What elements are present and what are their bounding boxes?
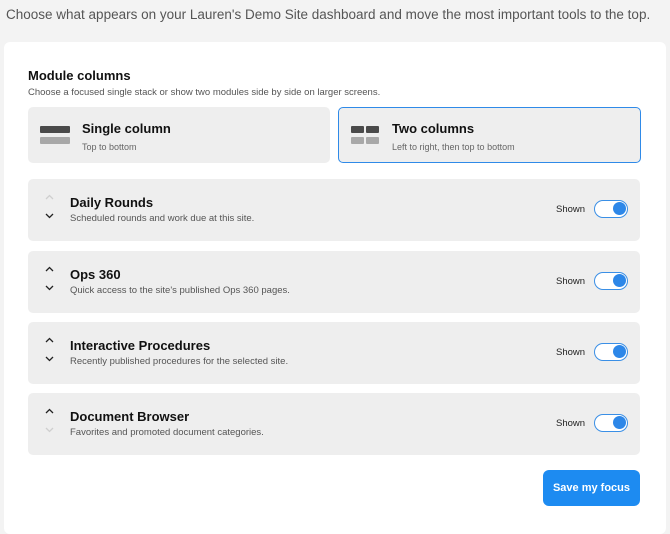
visibility-status-label: Shown (556, 347, 586, 358)
two-columns-option[interactable]: Two columns Left to right, then top to b… (338, 107, 641, 163)
move-down-button[interactable] (42, 282, 56, 294)
chevron-up-icon (45, 194, 53, 200)
move-up-button[interactable] (42, 405, 56, 417)
visibility-toggle[interactable] (594, 414, 628, 432)
move-down-button[interactable] (42, 210, 56, 222)
module-row-document-browser: Document Browser Favorites and promoted … (28, 393, 640, 455)
visibility-status-label: Shown (556, 418, 586, 429)
module-description: Recently published procedures for the se… (70, 356, 289, 367)
visibility-toggle[interactable] (594, 343, 628, 361)
chevron-up-icon (45, 408, 53, 414)
chevron-down-icon (45, 356, 53, 362)
two-columns-description: Left to right, then top to bottom (392, 142, 515, 152)
save-my-focus-button[interactable]: Save my focus (543, 470, 640, 506)
module-description: Quick access to the site's published Ops… (70, 285, 290, 296)
module-row-interactive-procedures: Interactive Procedures Recently publishe… (28, 322, 640, 384)
move-up-button[interactable] (42, 263, 56, 275)
single-column-description: Top to bottom (82, 142, 137, 152)
module-title: Document Browser (70, 409, 190, 424)
toggle-knob (613, 345, 626, 358)
move-down-button[interactable] (42, 353, 56, 365)
visibility-toggle[interactable] (594, 272, 628, 290)
chevron-down-icon (45, 285, 53, 291)
move-up-button[interactable] (42, 334, 56, 346)
visibility-toggle[interactable] (594, 200, 628, 218)
module-title: Daily Rounds (70, 195, 154, 210)
visibility-status-label: Shown (556, 204, 586, 215)
module-description: Scheduled rounds and work due at this si… (70, 213, 255, 224)
module-columns-title: Module columns (28, 68, 131, 83)
chevron-down-icon (45, 213, 53, 219)
dashboard-settings-card: Module columns Choose a focused single s… (4, 42, 666, 534)
chevron-down-icon (45, 427, 53, 433)
module-row-ops-360: Ops 360 Quick access to the site's publi… (28, 251, 640, 313)
single-column-label: Single column (82, 121, 171, 136)
intro-text: Choose what appears on your Lauren's Dem… (6, 7, 651, 22)
chevron-up-icon (45, 337, 53, 343)
single-column-option[interactable]: Single column Top to bottom (28, 107, 330, 163)
move-down-button[interactable] (42, 424, 56, 436)
module-row-daily-rounds: Daily Rounds Scheduled rounds and work d… (28, 179, 640, 241)
module-columns-subtitle: Choose a focused single stack or show tw… (28, 87, 381, 98)
module-title: Interactive Procedures (70, 338, 211, 353)
toggle-knob (613, 202, 626, 215)
toggle-knob (613, 274, 626, 287)
module-title: Ops 360 (70, 267, 121, 282)
chevron-up-icon (45, 266, 53, 272)
module-description: Favorites and promoted document categori… (70, 427, 264, 438)
visibility-status-label: Shown (556, 276, 586, 287)
toggle-knob (613, 416, 626, 429)
move-up-button[interactable] (42, 191, 56, 203)
two-columns-label: Two columns (392, 121, 475, 136)
two-column-layout-icon (350, 126, 380, 146)
single-column-layout-icon (40, 126, 70, 146)
